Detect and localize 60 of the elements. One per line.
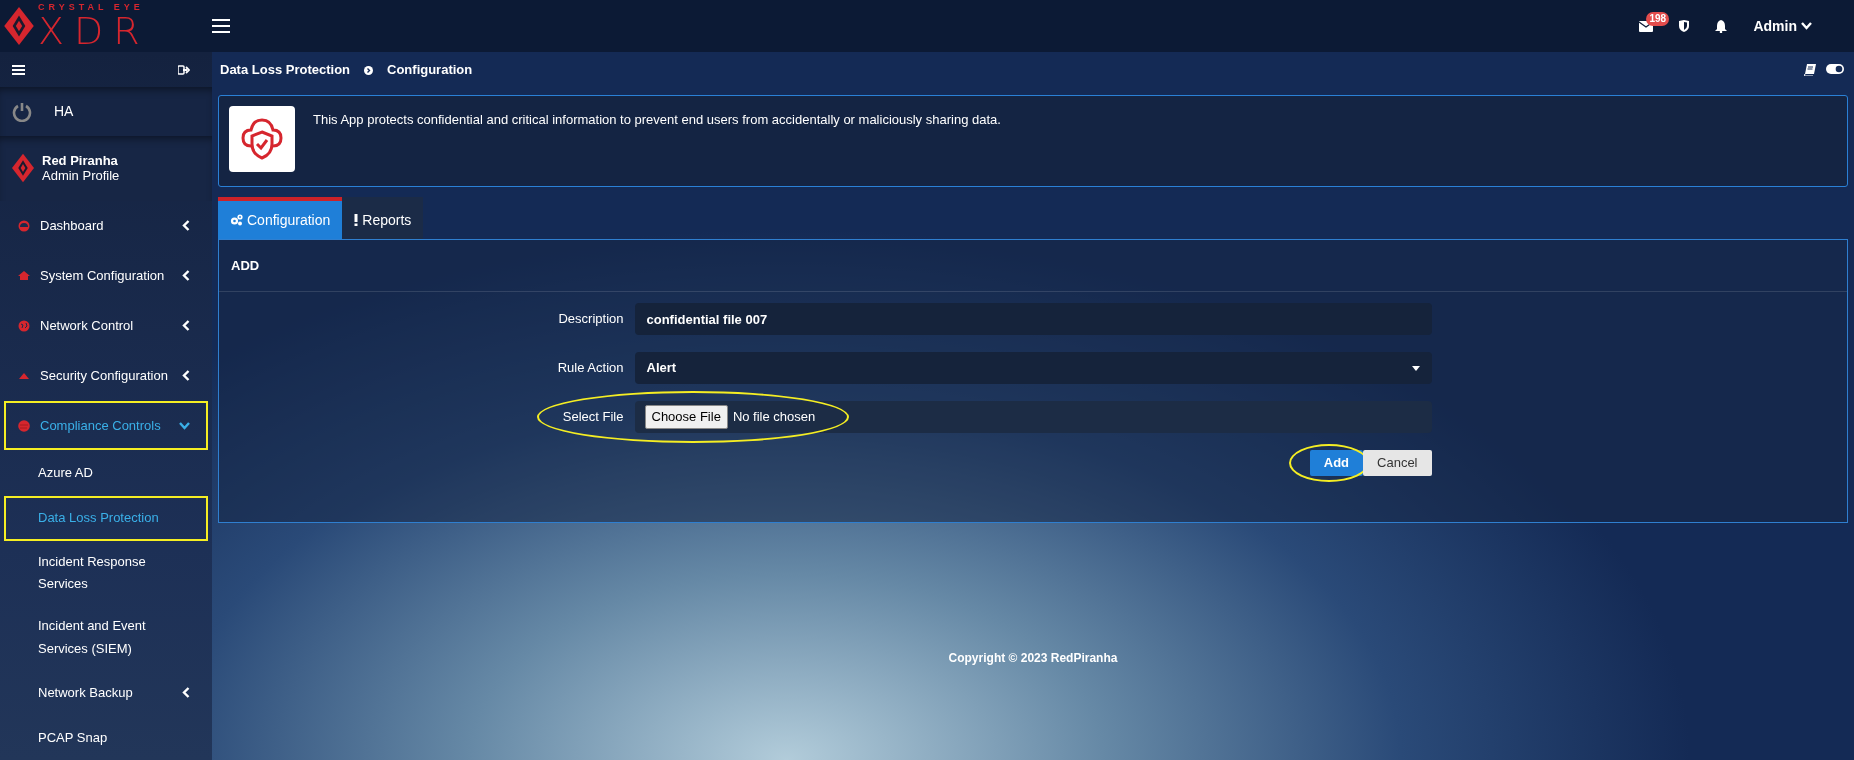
notification-count: 198 — [1646, 11, 1670, 26]
cloud-shield-icon — [239, 116, 285, 162]
field-label: Rule Action — [556, 359, 624, 378]
sidebar-item[interactable]: Network Control — [4, 300, 208, 351]
app-description: This App protects confidential and critical information to prevent end users from accidentally or maliciously sharing data. — [313, 111, 1001, 129]
chevron-left-icon[interactable] — [182, 220, 190, 232]
sidebar-item[interactable]: Dashboard — [4, 200, 208, 251]
chevron-down-icon[interactable] — [179, 421, 190, 430]
power-icon[interactable] — [12, 101, 32, 122]
chevron-left-icon[interactable] — [182, 270, 190, 282]
menu-item-icon — [18, 419, 30, 432]
chevron-left-icon[interactable] — [182, 686, 190, 698]
menu-item-icon — [18, 269, 30, 282]
logo-icon — [12, 153, 34, 184]
dropdown-caret-icon — [1411, 365, 1420, 371]
user-menu[interactable]: Admin — [1753, 15, 1812, 37]
logo-icon — [4, 7, 34, 45]
sign-out-icon[interactable] — [178, 64, 190, 75]
field-label: Select File — [561, 408, 624, 427]
logo-wordmark: XDR — [38, 11, 150, 50]
breadcrumb-link[interactable]: Configuration — [387, 60, 473, 80]
menu-icon[interactable] — [212, 19, 230, 33]
menu-item-icon — [18, 219, 30, 232]
menu-item-icon — [18, 319, 30, 332]
toggle-icon[interactable] — [1826, 64, 1844, 74]
arrow-circle-icon — [364, 65, 374, 75]
cancel-button[interactable]: Cancel — [1363, 450, 1432, 476]
profile-role: Admin Profile — [42, 168, 120, 184]
panel-title: ADD — [219, 240, 1847, 292]
field-label: Description — [557, 310, 624, 329]
choose-file-button[interactable]: Choose File — [644, 405, 728, 429]
sidebar-item[interactable]: Network Backup — [4, 669, 208, 715]
chevron-down-icon — [1801, 22, 1812, 30]
bell-icon[interactable] — [1715, 19, 1728, 33]
add-button[interactable]: Add — [1309, 450, 1364, 476]
chevron-left-icon[interactable] — [182, 370, 190, 382]
copyright-text: Copyright © 2023 RedPiranha — [947, 650, 1119, 667]
sidebar-item[interactable]: Azure AD — [4, 450, 208, 496]
breadcrumb-link[interactable]: Data Loss Protection — [220, 60, 351, 80]
book-icon[interactable] — [1804, 64, 1816, 76]
chevron-left-icon[interactable] — [182, 320, 190, 332]
tab[interactable]: Configuration — [218, 197, 343, 239]
exclamation-icon — [354, 214, 359, 226]
sidebar-item[interactable]: Security Configuration — [4, 350, 208, 401]
input-field[interactable]: confidential file 007 — [634, 303, 1432, 335]
sidebar-item[interactable]: Data Loss Protection — [4, 495, 208, 541]
sidebar-item[interactable]: Compliance Controls — [4, 400, 208, 451]
logo-tagline: CRYSTAL EYE — [38, 2, 145, 12]
shield-icon[interactable] — [1679, 20, 1690, 32]
gears-icon — [230, 214, 243, 226]
profile-name: Red Piranha — [42, 152, 119, 169]
select-field[interactable]: Alert — [634, 352, 1432, 384]
sidebar-item[interactable]: Incident and Event Services (SIEM) — [4, 605, 208, 670]
tab[interactable]: Reports — [342, 197, 424, 239]
sidebar-item[interactable]: PCAP Snap — [4, 714, 208, 760]
ha-label: HA — [54, 102, 74, 122]
sidebar-item[interactable]: System Configuration — [4, 250, 208, 301]
file-status: No file chosen — [732, 408, 816, 427]
sidebar-item[interactable]: Incident Response Services — [4, 540, 208, 606]
menu-icon[interactable] — [12, 64, 25, 75]
